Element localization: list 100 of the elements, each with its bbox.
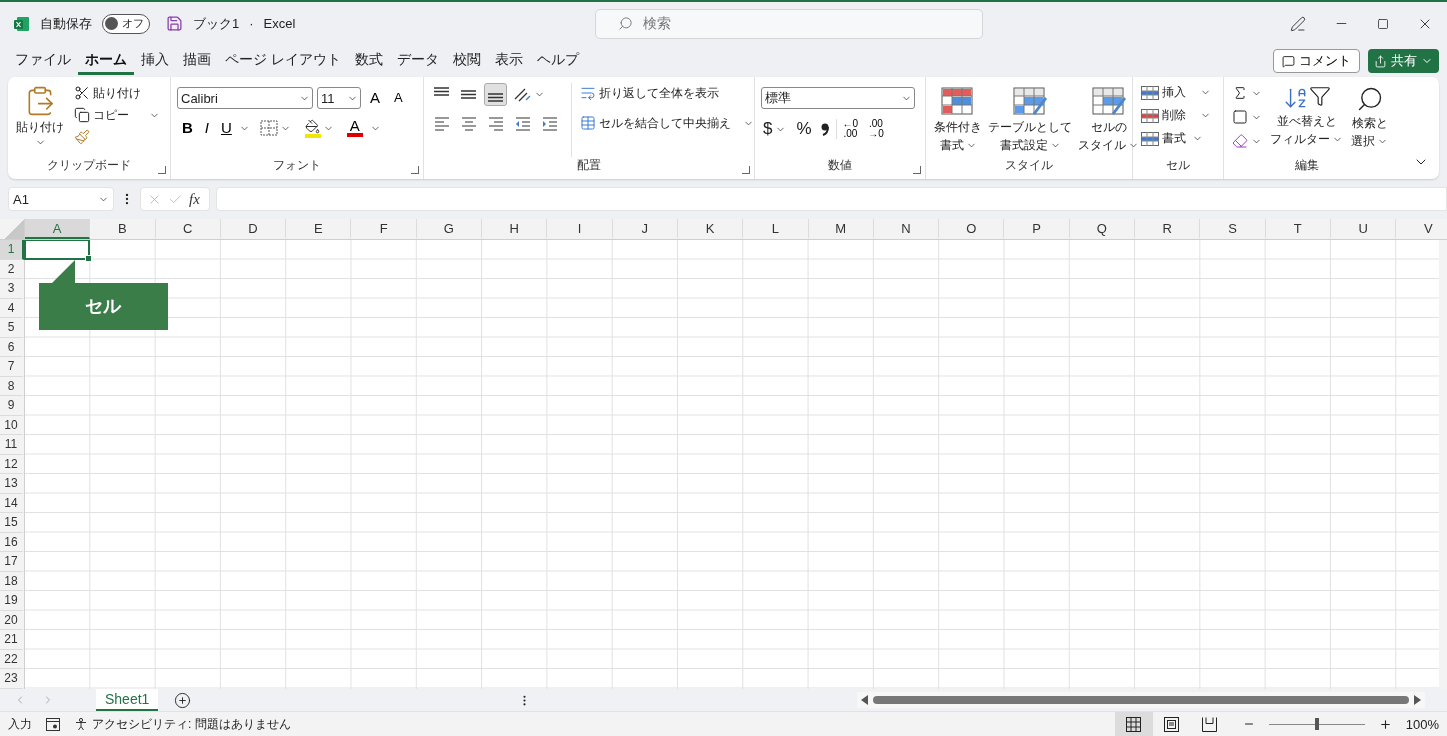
column-header[interactable]: N <box>873 219 940 239</box>
font-size-field[interactable]: 11 <box>317 87 361 109</box>
row-header[interactable]: 2 <box>0 259 24 279</box>
view-button[interactable] <box>1114 712 1153 736</box>
pen-icon[interactable] <box>1290 15 1306 32</box>
column-header[interactable]: J <box>612 219 678 239</box>
copy-button[interactable]: コピー <box>72 105 162 125</box>
row-header[interactable]: 21 <box>0 630 24 650</box>
style-button[interactable]: テーブルとして 書式設定 <box>986 85 1074 157</box>
accessibility-status[interactable]: アクセシビリティ: 問題はありません <box>92 715 291 733</box>
column-header[interactable]: O <box>939 219 1005 239</box>
column-header[interactable]: S <box>1200 219 1266 239</box>
column-header[interactable]: I <box>547 219 613 239</box>
menu-tab[interactable]: ページ レイアウト <box>218 47 348 75</box>
row-header[interactable]: 22 <box>0 649 24 669</box>
scroll-right-icon[interactable] <box>1413 695 1421 705</box>
scroll-left-icon[interactable] <box>861 695 869 705</box>
row-header[interactable]: 19 <box>0 591 24 611</box>
menu-tab[interactable]: 描画 <box>176 47 218 75</box>
column-header[interactable]: R <box>1135 219 1201 239</box>
row-header[interactable]: 9 <box>0 396 24 416</box>
row-header[interactable]: 7 <box>0 357 24 377</box>
paste-button[interactable]: 貼り付け <box>14 83 66 157</box>
column-header[interactable]: C <box>155 219 221 239</box>
underline-button[interactable]: U <box>216 119 237 137</box>
menu-tab[interactable]: ヘルプ <box>529 47 586 75</box>
vertical-align-button[interactable] <box>484 83 507 106</box>
increase-decimal-button[interactable]: ←0 .00 <box>835 119 861 139</box>
formula-field[interactable] <box>216 187 1447 211</box>
sort-filter-button[interactable]: 並べ替えと フィルター <box>1268 83 1345 157</box>
row-header[interactable]: 4 <box>0 298 24 318</box>
dialog-launcher-icon[interactable] <box>411 166 419 174</box>
row-header[interactable]: 5 <box>0 318 24 338</box>
font-shrink-button[interactable]: A <box>389 89 408 107</box>
bold-button[interactable]: B <box>177 119 198 137</box>
row-header[interactable]: 23 <box>0 669 24 689</box>
row-header[interactable]: 17 <box>0 552 24 572</box>
active-cell[interactable] <box>24 240 91 260</box>
menu-tab[interactable]: 表示 <box>487 47 530 75</box>
column-header[interactable]: U <box>1330 219 1397 239</box>
font-grow-button[interactable]: A <box>365 89 385 107</box>
dialog-launcher-icon[interactable] <box>158 166 166 174</box>
cut-button[interactable]: 貼り付け <box>72 83 162 103</box>
column-header[interactable]: D <box>220 219 287 239</box>
insert-function-button[interactable]: fx <box>189 190 200 208</box>
row-header[interactable]: 3 <box>0 279 24 299</box>
sheet-tab[interactable]: Sheet1 <box>96 689 159 711</box>
column-header[interactable]: M <box>808 219 874 239</box>
wrap-text-button[interactable]: 折り返して全体を表示 <box>578 83 756 103</box>
menu-tab[interactable]: 数式 <box>347 47 390 75</box>
column-header[interactable]: F <box>351 219 417 239</box>
decrease-decimal-button[interactable]: .00 →0 <box>866 119 886 139</box>
menu-tab[interactable]: 挿入 <box>134 47 176 75</box>
autosave-toggle[interactable]: オフ <box>102 13 150 34</box>
row-header[interactable]: 14 <box>0 493 24 513</box>
name-box[interactable]: A1 <box>8 187 114 211</box>
dialog-launcher-icon[interactable] <box>913 166 921 174</box>
share-button[interactable]: 共有 <box>1368 49 1439 73</box>
row-header[interactable]: 13 <box>0 474 24 494</box>
maximize-icon[interactable] <box>1377 17 1389 30</box>
row-header[interactable]: 6 <box>0 337 24 357</box>
menu-tab[interactable]: データ <box>389 47 446 75</box>
percent-button[interactable]: % <box>794 117 814 141</box>
cells-button[interactable]: 挿入 <box>1139 83 1217 102</box>
style-button[interactable]: 条件付き 書式 <box>932 85 984 157</box>
font-color-button[interactable]: A <box>341 117 368 139</box>
row-header[interactable]: 12 <box>0 454 24 474</box>
column-header[interactable]: Q <box>1069 219 1136 239</box>
row-header[interactable]: 18 <box>0 571 24 591</box>
row-header[interactable]: 15 <box>0 513 24 533</box>
row-header[interactable]: 8 <box>0 376 24 396</box>
column-header[interactable]: H <box>482 219 548 239</box>
number-format-field[interactable]: 標準 <box>761 87 915 109</box>
row-header[interactable]: 16 <box>0 532 24 552</box>
menu-tab[interactable]: ファイル <box>8 47 78 75</box>
cells-button[interactable]: 書式 <box>1139 129 1217 148</box>
column-header[interactable]: T <box>1265 219 1331 239</box>
dialog-launcher-icon[interactable] <box>742 166 750 174</box>
column-header[interactable]: B <box>90 219 156 239</box>
column-header[interactable]: G <box>416 219 483 239</box>
macro-record-icon[interactable] <box>46 717 60 731</box>
search-field[interactable]: 検索 <box>595 8 984 39</box>
font-name-field[interactable]: Calibri <box>177 87 313 109</box>
row-header[interactable]: 11 <box>0 435 24 455</box>
vertical-scrollbar[interactable] <box>1439 240 1447 689</box>
column-header[interactable]: V <box>1396 219 1447 239</box>
save-icon[interactable] <box>166 15 183 32</box>
cells-button[interactable]: 削除 <box>1139 106 1217 125</box>
row-header[interactable]: 20 <box>0 610 24 630</box>
italic-button[interactable]: I <box>199 119 214 137</box>
find-select-button[interactable]: 検索と 選択 <box>1349 83 1390 157</box>
row-header[interactable]: 10 <box>0 415 24 435</box>
accessibility-icon[interactable] <box>74 717 88 731</box>
row-header[interactable]: 1 <box>0 240 24 260</box>
merge-center-button[interactable]: セルを結合して中央揃え <box>578 113 756 133</box>
comment-button[interactable]: コメント <box>1273 49 1360 73</box>
horizontal-scrollbar[interactable] <box>857 692 1425 708</box>
column-header[interactable]: E <box>286 219 352 239</box>
style-button[interactable]: セルの スタイル <box>1076 85 1141 157</box>
column-header[interactable]: P <box>1004 219 1070 239</box>
